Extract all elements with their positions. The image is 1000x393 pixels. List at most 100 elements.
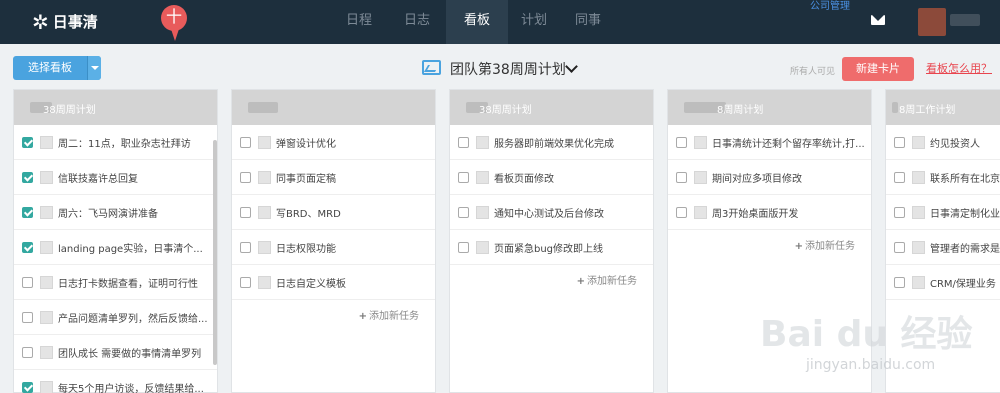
task-item[interactable]: 通知中心测试及后台修改 xyxy=(450,195,653,230)
company-admin-link[interactable]: 公司管理 xyxy=(810,0,850,12)
column-scrollbar[interactable] xyxy=(213,140,217,365)
task-checkbox[interactable] xyxy=(22,206,33,218)
task-text: 管理者的需求是 xyxy=(930,243,1000,255)
column-header[interactable] xyxy=(232,90,435,125)
add-task-button[interactable]: + 添加新任务 xyxy=(450,265,653,299)
add-task-button[interactable]: + 添加新任务 xyxy=(232,300,435,334)
task-item[interactable]: 联系所有在北京 xyxy=(886,160,1000,195)
assignee-avatar xyxy=(694,135,707,149)
task-checkbox[interactable] xyxy=(894,241,905,253)
task-item[interactable]: 日事清定制化业 xyxy=(886,195,1000,230)
board-column: 弹窗设计优化 同事页面定稿 写BRD、MRD 日志权限功能 日志自定义模板 + 添… xyxy=(231,89,436,393)
assignee-avatar xyxy=(258,205,271,219)
column-title: 38周周计划 xyxy=(479,105,532,116)
add-task-button[interactable]: + 添加新任务 xyxy=(668,230,871,264)
task-item[interactable]: 期间对应多项目修改 xyxy=(668,160,871,195)
task-checkbox[interactable] xyxy=(22,241,33,253)
task-item[interactable]: 同事页面定稿 xyxy=(232,160,435,195)
task-checkbox[interactable] xyxy=(22,171,33,183)
task-checkbox[interactable] xyxy=(22,136,33,148)
board-title[interactable]: 团队第38周周计划 xyxy=(450,59,566,79)
task-checkbox[interactable] xyxy=(894,171,905,183)
task-item[interactable]: 周3开始桌面版开发 xyxy=(668,195,871,230)
task-item[interactable]: 团队成长 需要做的事情清单罗列 xyxy=(14,335,217,370)
board-help-link[interactable]: 看板怎么用？ xyxy=(926,60,992,76)
add-task-label: 添加新任务 xyxy=(587,276,637,287)
assignee-avatar xyxy=(912,170,925,184)
app-logo[interactable]: ✲ 日事清 xyxy=(32,11,98,32)
task-item[interactable]: 日志权限功能 xyxy=(232,230,435,265)
task-checkbox[interactable] xyxy=(676,171,687,183)
task-checkbox[interactable] xyxy=(458,136,469,148)
task-item[interactable]: 每天5个用户访谈，反馈结果给... xyxy=(14,370,217,393)
task-checkbox[interactable] xyxy=(240,241,251,253)
user-avatar[interactable] xyxy=(918,8,946,36)
user-name-blurred[interactable] xyxy=(950,14,980,26)
task-text: 产品问题清单罗列，然后反馈给... xyxy=(58,313,208,325)
task-checkbox[interactable] xyxy=(22,346,33,358)
task-checkbox[interactable] xyxy=(240,276,251,288)
new-card-button[interactable]: 新建卡片 xyxy=(842,57,914,81)
tab-schedule[interactable]: 日程 xyxy=(330,0,388,44)
assignee-avatar xyxy=(476,240,489,254)
task-item[interactable]: 周二：11点，职业杂志社拜访 xyxy=(14,125,217,160)
tab-colleagues[interactable]: 同事 xyxy=(560,0,616,44)
assignee-avatar xyxy=(694,170,707,184)
plus-icon: + xyxy=(358,311,367,322)
task-checkbox[interactable] xyxy=(458,241,469,253)
column-header[interactable]: 38周周计划 xyxy=(14,90,217,125)
column-header[interactable]: 8周周计划 xyxy=(668,90,871,125)
task-checkbox[interactable] xyxy=(458,171,469,183)
task-item[interactable]: 管理者的需求是 xyxy=(886,230,1000,265)
tab-board[interactable]: 看板 xyxy=(446,0,508,44)
task-item[interactable]: landing page实验，日事清个... xyxy=(14,230,217,265)
task-checkbox[interactable] xyxy=(22,276,33,288)
task-item[interactable]: 弹窗设计优化 xyxy=(232,125,435,160)
task-checkbox[interactable] xyxy=(458,206,469,218)
add-task-label: 添加新任务 xyxy=(805,241,855,252)
task-item[interactable]: 周六：飞马网演讲准备 xyxy=(14,195,217,230)
task-item[interactable]: 写BRD、MRD xyxy=(232,195,435,230)
column-header[interactable]: 8周工作计划 xyxy=(886,90,1000,125)
task-checkbox[interactable] xyxy=(676,136,687,148)
task-checkbox[interactable] xyxy=(22,381,33,393)
task-item[interactable]: 日事清统计还剩个留存率统计,打... xyxy=(668,125,871,160)
task-checkbox[interactable] xyxy=(894,136,905,148)
task-checkbox[interactable] xyxy=(240,206,251,218)
assignee-avatar xyxy=(40,135,53,149)
task-text: 服务器即前端效果优化完成 xyxy=(494,138,614,150)
mail-icon[interactable] xyxy=(871,15,885,25)
task-item[interactable]: 看板页面修改 xyxy=(450,160,653,195)
select-board-button[interactable]: 选择看板 xyxy=(13,56,101,80)
task-checkbox[interactable] xyxy=(240,136,251,148)
assignee-avatar xyxy=(476,135,489,149)
caret-down-icon[interactable] xyxy=(87,56,101,80)
task-text: 联系所有在北京 xyxy=(930,173,1000,185)
task-item[interactable]: 页面紧急bug修改即上线 xyxy=(450,230,653,265)
task-checkbox[interactable] xyxy=(894,276,905,288)
task-item[interactable]: 产品问题清单罗列，然后反馈给... xyxy=(14,300,217,335)
task-item[interactable]: 服务器即前端效果优化完成 xyxy=(450,125,653,160)
chevron-down-icon[interactable] xyxy=(565,60,578,73)
task-item[interactable]: 日志打卡数据查看，证明可行性 xyxy=(14,265,217,300)
pin-badge[interactable]: 十 xyxy=(161,5,187,31)
column-title: 8周工作计划 xyxy=(899,105,956,116)
task-item[interactable]: 约见投资人 xyxy=(886,125,1000,160)
task-item[interactable]: CRM/保理业务 xyxy=(886,265,1000,300)
task-text: 日志打卡数据查看，证明可行性 xyxy=(58,278,198,290)
tab-plan[interactable]: 计划 xyxy=(508,0,560,44)
task-checkbox[interactable] xyxy=(22,311,33,323)
task-text: 每天5个用户访谈，反馈结果给... xyxy=(58,383,204,393)
board-column: 38周周计划 周二：11点，职业杂志社拜访 信联技嘉许总回复 周六：飞马网演讲准… xyxy=(13,89,218,393)
task-checkbox[interactable] xyxy=(676,206,687,218)
tab-log[interactable]: 日志 xyxy=(388,0,446,44)
column-header[interactable]: 38周周计划 xyxy=(450,90,653,125)
task-checkbox[interactable] xyxy=(894,206,905,218)
task-text: landing page实验，日事清个... xyxy=(58,243,203,255)
task-text: 约见投资人 xyxy=(930,138,980,150)
task-item[interactable]: 信联技嘉许总回复 xyxy=(14,160,217,195)
task-text: 团队成长 需要做的事情清单罗列 xyxy=(58,348,202,360)
column-title: 8周周计划 xyxy=(717,105,764,116)
task-checkbox[interactable] xyxy=(240,171,251,183)
task-item[interactable]: 日志自定义模板 xyxy=(232,265,435,300)
